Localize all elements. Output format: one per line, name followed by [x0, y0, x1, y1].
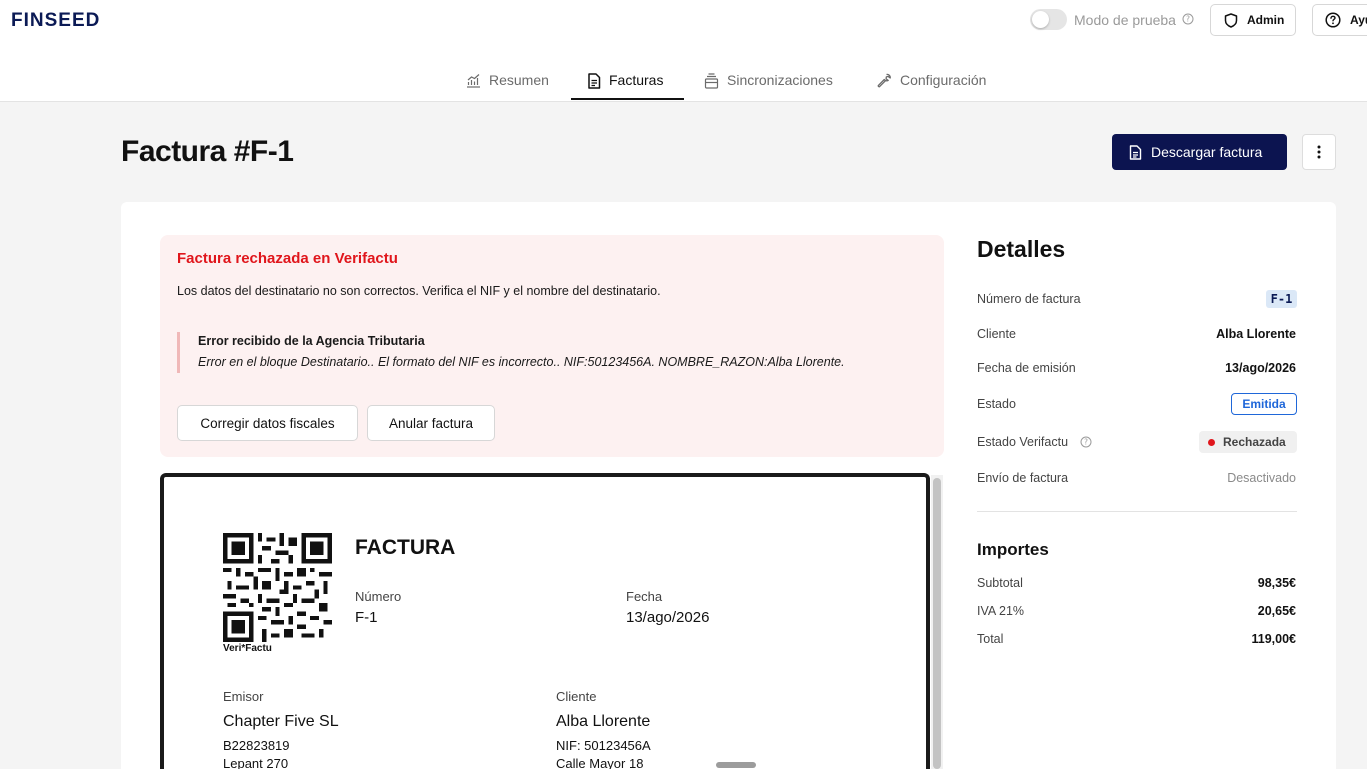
more-options-button[interactable] — [1302, 134, 1336, 170]
client-address: Calle Mayor 18 — [556, 756, 644, 769]
more-vertical-icon — [1317, 145, 1321, 159]
toggle-knob — [1032, 11, 1049, 28]
question-circle-icon — [1325, 12, 1341, 28]
top-bar: FINSEED Modo de prueba ? Admin Ayu Resum… — [0, 0, 1367, 102]
amount-label-subtotal: Subtotal — [977, 576, 1023, 590]
error-quote-title: Error recibido de la Agencia Tributaria — [198, 334, 425, 348]
invoice-date-label: Fecha — [626, 589, 663, 604]
document-icon — [588, 73, 601, 89]
client-nif: NIF: 50123456A — [556, 738, 651, 753]
tab-facturas[interactable]: Facturas — [587, 72, 663, 101]
cancel-invoice-button[interactable]: Anular factura — [367, 405, 495, 441]
tab-sincronizaciones[interactable]: Sincronizaciones — [704, 72, 833, 101]
amount-label-vat: IVA 21% — [977, 604, 1025, 618]
invoice-number-value: F-1 — [355, 609, 378, 626]
alert-message: Los datos del destinatario no son correc… — [177, 284, 661, 298]
alert-title: Factura rechazada en Verifactu — [177, 250, 398, 267]
verifactu-caption: Veri*Factu — [223, 643, 272, 654]
verifactu-status-badge: Rechazada — [1199, 431, 1297, 453]
sync-icon — [704, 73, 719, 89]
detail-label-issue-date: Fecha de emisión — [977, 361, 1076, 375]
svg-text:?: ? — [1084, 438, 1088, 447]
detail-value-issue-date: 13/ago/2026 — [1225, 361, 1296, 375]
invoice-date-value: 13/ago/2026 — [626, 609, 710, 626]
page-title: Factura #F-1 — [121, 135, 294, 168]
invoice-number-chip: F-1 — [1266, 290, 1297, 308]
admin-button[interactable]: Admin — [1210, 4, 1296, 36]
tab-label: Resumen — [489, 72, 549, 88]
detail-value-client[interactable]: Alba Llorente — [1216, 327, 1296, 341]
active-tab-indicator — [571, 98, 684, 100]
client-label: Cliente — [556, 689, 597, 704]
detail-label-client: Cliente — [977, 327, 1016, 341]
invoice-number-label: Número — [355, 589, 402, 604]
amount-value-total: 119,00€ — [1251, 632, 1297, 646]
error-quote-text: Error en el bloque Destinatario.. El for… — [198, 355, 845, 369]
tab-resumen[interactable]: Resumen — [466, 72, 549, 101]
tab-configuracion[interactable]: Configuración — [876, 72, 986, 101]
issuer-label: Emisor — [223, 689, 264, 704]
tab-label: Facturas — [609, 72, 664, 88]
issuer-name: Chapter Five SL — [223, 713, 339, 730]
qr-code-icon — [223, 533, 332, 642]
tab-label: Sincronizaciones — [727, 72, 833, 88]
preview-scrollbar-thumb[interactable] — [933, 478, 941, 769]
shield-icon — [1224, 12, 1238, 28]
detail-label-invoice-sending: Envío de factura — [977, 471, 1069, 485]
test-mode-toggle[interactable] — [1030, 9, 1067, 30]
wrench-icon — [877, 73, 891, 88]
download-invoice-button[interactable]: Descargar factura — [1112, 134, 1287, 170]
help-circle-icon[interactable]: ? — [1080, 436, 1092, 448]
divider — [977, 511, 1297, 512]
issuer-nif: B22823819 — [223, 738, 290, 753]
document-icon — [1129, 144, 1142, 160]
test-mode-label: Modo de prueba — [1074, 12, 1176, 28]
detail-label-invoice-number: Número de factura — [977, 292, 1081, 306]
detail-value-invoice-sending: Desactivado — [1227, 471, 1296, 485]
issuer-address: Lepant 270 — [223, 756, 289, 769]
admin-label: Admin — [1247, 13, 1285, 27]
amount-value-subtotal: 98,35€ — [1257, 576, 1296, 590]
invoice-doc-title: FACTURA — [355, 536, 456, 559]
amounts-title: Importes — [977, 540, 1049, 559]
svg-text:?: ? — [1186, 15, 1190, 24]
amount-label-total: Total — [977, 632, 1004, 646]
help-button[interactable]: Ayu — [1312, 4, 1367, 36]
rejection-alert: Factura rechazada en Verifactu Los datos… — [160, 235, 944, 457]
download-label: Descargar factura — [1151, 144, 1263, 160]
detail-label-status: Estado — [977, 397, 1016, 411]
tab-label: Configuración — [900, 72, 987, 88]
chart-icon — [467, 74, 480, 88]
error-quote: Error recibido de la Agencia Tributaria … — [177, 332, 917, 373]
fix-fiscal-data-button[interactable]: Corregir datos fiscales — [177, 405, 358, 441]
amount-value-vat: 20,65€ — [1257, 604, 1296, 618]
verifactu-status-text: Rechazada — [1223, 435, 1286, 449]
resize-handle[interactable] — [716, 762, 756, 768]
help-circle-icon[interactable]: ? — [1182, 13, 1194, 25]
status-dot — [1208, 438, 1215, 446]
logo[interactable]: FINSEED — [11, 10, 100, 32]
status-badge: Emitida — [1231, 393, 1297, 415]
details-title: Detalles — [977, 236, 1066, 262]
detail-label-verifactu-status: Estado Verifactu — [977, 435, 1069, 449]
help-label: Ayu — [1350, 13, 1367, 27]
client-name: Alba Llorente — [556, 713, 651, 730]
